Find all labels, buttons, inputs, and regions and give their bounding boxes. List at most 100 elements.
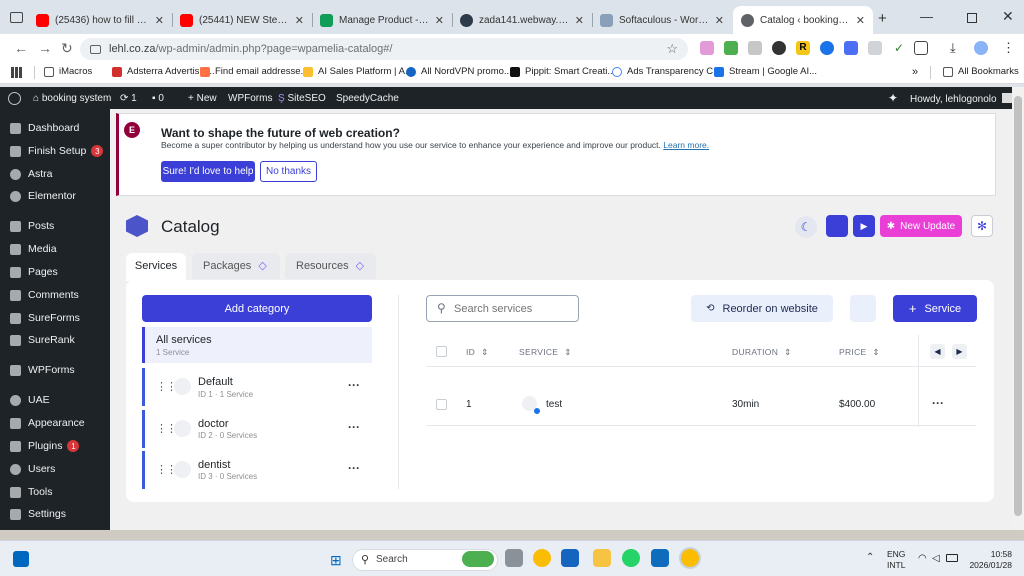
new-update-button[interactable]: ✱ New Update — [880, 215, 962, 237]
close-icon[interactable]: ✕ — [715, 14, 724, 27]
app-icon[interactable] — [561, 549, 579, 567]
volume-icon[interactable]: ◁ — [932, 553, 940, 564]
select-all-checkbox[interactable] — [436, 346, 447, 357]
close-icon[interactable]: ✕ — [575, 14, 584, 27]
scroll-right-icon[interactable]: ▶ — [952, 344, 967, 359]
language-indicator[interactable]: ENG INTL — [887, 549, 905, 571]
sidebar-item-finish-setup[interactable]: Finish Setup 3 — [0, 141, 110, 161]
download-icon[interactable]: ⤓ — [950, 40, 956, 56]
add-category-button[interactable]: Add category — [142, 295, 372, 322]
close-icon[interactable]: ✕ — [155, 14, 164, 27]
browser-tab[interactable]: zada141.webway.host | Da✕ — [452, 6, 592, 34]
sparkle-icon[interactable]: ✦ — [888, 91, 898, 105]
bookmark-star-icon[interactable]: ☆ — [666, 41, 678, 57]
wifi-icon[interactable]: ◠ — [918, 553, 927, 564]
browser-menu-icon[interactable]: ⋮ — [1002, 40, 1015, 56]
reload-icon[interactable]: ↻ — [61, 40, 73, 57]
all-bookmarks[interactable]: All Bookmarks — [943, 66, 1019, 77]
bookmark-item[interactable]: Stream | Google AI... — [714, 66, 817, 77]
tray-overflow-icon[interactable]: ⌃ — [866, 552, 874, 563]
drag-handle-icon[interactable]: ⋮⋮ — [156, 380, 177, 393]
search-input[interactable] — [454, 300, 572, 317]
row-checkbox[interactable] — [436, 399, 447, 410]
column-header-service[interactable]: SERVICE ⇕ — [519, 347, 572, 358]
extension-icon[interactable] — [724, 41, 738, 55]
check-icon[interactable]: ✓ — [892, 41, 906, 55]
bookmark-item[interactable]: AI Sales Platform | A... — [303, 66, 413, 77]
docs-book-icon[interactable] — [826, 215, 848, 237]
tab-services[interactable]: Services — [126, 253, 186, 281]
browser-tab[interactable]: (25436) how to fill up ame✕ — [28, 6, 172, 34]
sidebar-item-comments[interactable]: Comments — [0, 285, 110, 305]
chrome-icon[interactable] — [533, 549, 551, 567]
sidebar-item-sureforms[interactable]: SureForms — [0, 308, 110, 328]
chrome-active-icon[interactable] — [681, 549, 699, 567]
column-header-id[interactable]: ID ⇕ — [466, 347, 489, 358]
more-options-icon[interactable]: ··· — [348, 420, 360, 434]
browser-tab[interactable]: Manage Product - Webwa✕ — [312, 6, 452, 34]
battery-icon[interactable] — [946, 554, 958, 562]
settings-gear-icon[interactable]: ✻ — [971, 215, 993, 237]
sidebar-item-media[interactable]: Media — [0, 239, 110, 259]
file-explorer-icon[interactable] — [593, 549, 611, 567]
dark-mode-icon[interactable]: ☾ — [795, 216, 817, 238]
more-options-icon[interactable]: ··· — [348, 461, 360, 475]
minimize-icon[interactable]: — — [920, 9, 933, 24]
widgets-icon[interactable] — [13, 551, 29, 567]
add-service-button[interactable]: + Service — [893, 295, 977, 322]
drag-handle-icon[interactable]: ⋮⋮ — [156, 463, 177, 476]
extension-icon[interactable] — [772, 41, 786, 55]
sidebar-item-settings[interactable]: Settings — [0, 504, 110, 524]
updates-link[interactable]: ⟳ 1 — [120, 93, 137, 104]
extension-icon[interactable] — [868, 41, 882, 55]
close-icon[interactable]: ✕ — [856, 14, 865, 27]
sidebar-item-uae[interactable]: UAE — [0, 390, 110, 410]
apps-grid-icon[interactable] — [11, 67, 22, 78]
column-header-duration[interactable]: DURATION ⇕ — [732, 347, 792, 358]
sidebar-item-surerank[interactable]: SureRank — [0, 330, 110, 350]
site-info-icon[interactable] — [90, 44, 101, 54]
bookmark-item[interactable]: Find email addresse... — [200, 66, 308, 77]
sidebar-item-dashboard[interactable]: Dashboard — [0, 118, 110, 138]
video-play-icon[interactable]: ▶ — [853, 215, 875, 237]
scrollbar-thumb[interactable] — [1014, 96, 1022, 516]
comments-link[interactable]: ▪ 0 — [152, 93, 164, 104]
adminbar-speedycache[interactable]: SpeedyCache — [336, 93, 399, 104]
notice-accept-button[interactable]: Sure! I'd love to help — [161, 161, 255, 182]
sidebar-item-pages[interactable]: Pages — [0, 262, 110, 282]
task-view-icon[interactable] — [505, 549, 523, 567]
tab-search-icon[interactable] — [10, 12, 23, 23]
extensions-puzzle-icon[interactable] — [914, 41, 928, 55]
adminbar-wpforms[interactable]: WPForms — [228, 93, 272, 104]
clock[interactable]: 10:58 2026/01/28 — [968, 549, 1012, 571]
browser-tab[interactable]: Softaculous - WordPress M✕ — [592, 6, 732, 34]
forward-icon[interactable]: → — [38, 40, 52, 56]
new-content-link[interactable]: + New — [188, 93, 217, 104]
notice-decline-button[interactable]: No thanks — [260, 161, 317, 182]
more-options-icon[interactable]: ··· — [348, 378, 360, 392]
close-icon[interactable]: ✕ — [295, 14, 304, 27]
sidebar-item-posts[interactable]: Posts — [0, 216, 110, 236]
sidebar-item-appearance[interactable]: Appearance — [0, 413, 110, 433]
close-icon[interactable]: ✕ — [435, 14, 444, 27]
back-icon[interactable]: ← — [14, 40, 28, 56]
address-bar[interactable]: lehl.co.za/wp-admin/admin.php?page=wpame… — [80, 38, 688, 60]
sidebar-item-wpforms[interactable]: WPForms — [0, 360, 110, 380]
bookmark-item[interactable]: Pippit: Smart Creati... — [510, 66, 615, 77]
bookmarks-overflow[interactable]: » — [912, 66, 918, 78]
browser-tab-active[interactable]: Catalog ‹ booking system✕ — [733, 6, 873, 34]
sidebar-item-astra[interactable]: Astra — [0, 164, 110, 184]
site-name-link[interactable]: ⌂ booking system — [33, 93, 111, 104]
extension-icon[interactable] — [748, 41, 762, 55]
new-tab-button[interactable]: + — [878, 10, 887, 27]
sidebar-item-elementor[interactable]: Elementor — [0, 186, 110, 206]
adminbar-siteseo[interactable]: Ş SiteSEO — [278, 93, 326, 104]
extension-icon[interactable] — [820, 41, 834, 55]
tab-packages[interactable]: Packages ◇ — [192, 253, 280, 279]
table-row[interactable] — [426, 386, 976, 424]
profile-avatar[interactable] — [974, 41, 988, 55]
sidebar-item-plugins[interactable]: Plugins 1 — [0, 436, 110, 456]
extension-r-icon[interactable]: R — [796, 41, 810, 55]
notepad-icon[interactable] — [651, 549, 669, 567]
browser-tab[interactable]: (25441) NEW Step-by-step✕ — [172, 6, 312, 34]
